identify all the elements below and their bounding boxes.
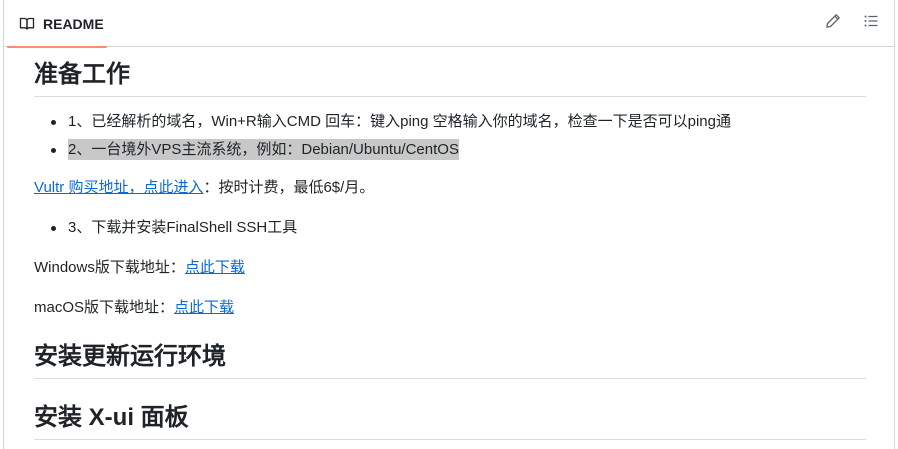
readme-content: 准备工作 1、已经解析的域名，Win+R输入CMD 回车：键入ping 空格输入… xyxy=(34,47,866,440)
list-item: 3、下载并安装FinalShell SSH工具 xyxy=(34,218,866,238)
bullet xyxy=(51,148,56,153)
heading-xui: 安装 X-ui 面板 xyxy=(34,403,866,440)
windows-download-link[interactable]: 点此下载 xyxy=(185,259,245,276)
tab-readme[interactable]: README xyxy=(7,0,107,48)
vultr-link[interactable]: Vultr 购买地址，点此进入 xyxy=(34,179,203,196)
vultr-text: ：按时计费，最低6$/月。 xyxy=(203,179,375,196)
pencil-icon xyxy=(825,13,841,34)
heading-prep: 准备工作 xyxy=(34,60,866,97)
list-item: 2、一台境外VPS主流系统，例如：Debian/Ubuntu/CentOS xyxy=(34,139,866,160)
tab-readme-label: README xyxy=(43,15,104,32)
list-item-text-highlighted: 2、一台境外VPS主流系统，例如：Debian/Ubuntu/CentOS xyxy=(68,139,459,160)
tools-list: 3、下载并安装FinalShell SSH工具 xyxy=(34,218,866,238)
readme-panel: README 准备工作 1、已经解析的域名，Win+R输入CMD 回车：键入pi… xyxy=(3,0,895,449)
list-item: 1、已经解析的域名，Win+R输入CMD 回车：键入ping 空格输入你的域名，… xyxy=(34,112,866,132)
bullet xyxy=(51,226,56,231)
list-icon xyxy=(863,13,879,34)
vultr-paragraph: Vultr 购买地址，点此进入：按时计费，最低6$/月。 xyxy=(34,178,866,198)
book-icon xyxy=(19,16,35,32)
prep-list: 1、已经解析的域名，Win+R输入CMD 回车：键入ping 空格输入你的域名，… xyxy=(34,112,866,160)
mac-label: macOS版下载地址： xyxy=(34,299,175,316)
bullet xyxy=(51,120,56,125)
windows-download-paragraph: Windows版下载地址：点此下载 xyxy=(34,258,866,278)
edit-button[interactable] xyxy=(822,12,844,34)
readme-tabbar: README xyxy=(4,0,894,48)
mac-download-paragraph: macOS版下载地址：点此下载 xyxy=(34,298,866,318)
list-item-text: 1、已经解析的域名，Win+R输入CMD 回车：键入ping 空格输入你的域名，… xyxy=(68,113,731,130)
heading-env: 安装更新运行环境 xyxy=(34,342,866,379)
outline-button[interactable] xyxy=(860,12,882,34)
windows-label: Windows版下载地址： xyxy=(34,259,185,276)
list-item-text: 3、下载并安装FinalShell SSH工具 xyxy=(68,219,298,236)
mac-download-link[interactable]: 点此下载 xyxy=(174,299,234,316)
